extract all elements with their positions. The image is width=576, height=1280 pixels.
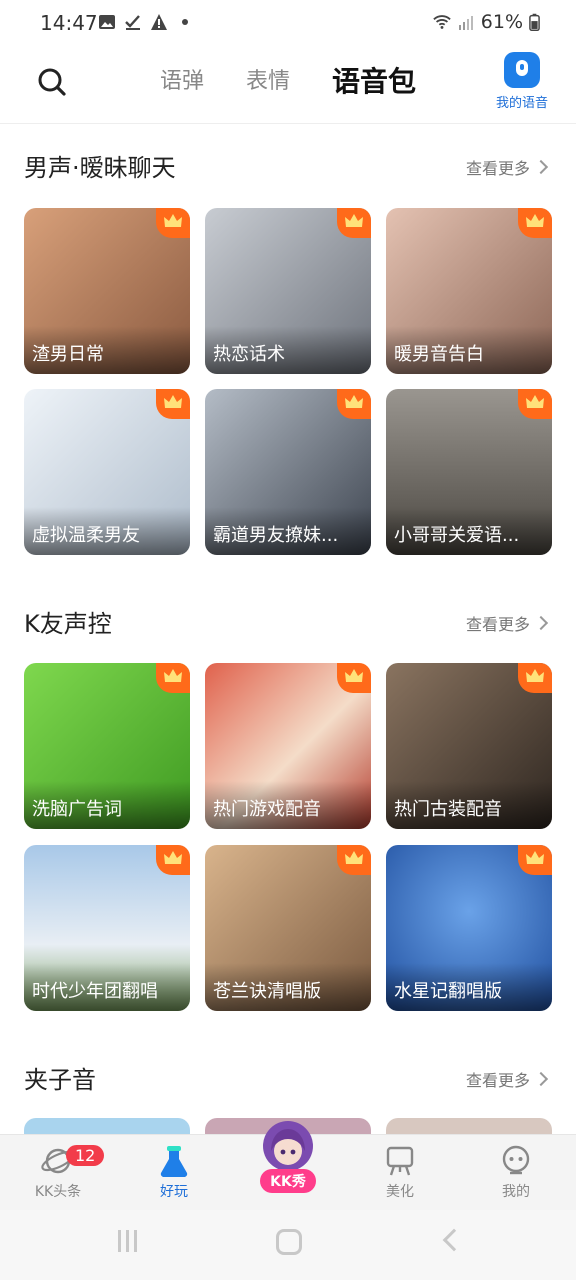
- status-bar: 14:47 61%: [0, 0, 576, 46]
- my-voice-label: 我的语音: [495, 96, 548, 111]
- voice-pack-card[interactable]: 热门游戏配音: [205, 663, 371, 829]
- tab-voice-pack-label: 语音包: [332, 65, 417, 98]
- card-title: 霸道男友撩妹...: [213, 525, 339, 546]
- card-title: 苍兰诀清唱版: [213, 981, 321, 1002]
- card-title: 时代少年团翻唱: [32, 981, 158, 1002]
- status-time: 14:47: [40, 11, 98, 35]
- voice-pack-card[interactable]: 热恋话术: [205, 208, 371, 374]
- profile-face-icon: [498, 1143, 534, 1179]
- card-title: 洗脑广告词: [32, 799, 122, 820]
- crown-icon: [156, 845, 190, 875]
- crown-icon: [156, 208, 190, 238]
- crown-icon: [337, 845, 371, 875]
- check-icon: [125, 15, 140, 30]
- my-voice-button[interactable]: 我的语音: [490, 52, 554, 111]
- nav-label: KK头条: [34, 1184, 82, 1200]
- voice-pack-card[interactable]: 渣男日常: [24, 208, 190, 374]
- card-title: 水星记翻唱版: [394, 981, 502, 1002]
- crown-icon: [337, 663, 371, 693]
- recent-apps-button[interactable]: [118, 1230, 142, 1254]
- section-more-clip-voice[interactable]: 查看更多: [465, 1067, 549, 1091]
- battery-icon: [529, 13, 540, 31]
- nav-label: 美化: [386, 1184, 414, 1200]
- crown-icon: [518, 663, 552, 693]
- nav-fun[interactable]: 好玩: [124, 1139, 224, 1201]
- home-button[interactable]: [276, 1229, 302, 1255]
- image-icon: [99, 15, 115, 29]
- card-title: 小哥哥关爱语...: [394, 525, 520, 546]
- top-header: 语弹 表情 语音包 我的语音: [0, 46, 576, 124]
- section-more-male-voice[interactable]: 查看更多: [465, 155, 549, 179]
- microphone-icon: [504, 52, 540, 88]
- flask-icon: [156, 1143, 192, 1179]
- nav-beautify[interactable]: 美化: [350, 1139, 450, 1201]
- crown-icon: [156, 389, 190, 419]
- chevron-right-icon: [533, 615, 549, 631]
- card-title: 热门古装配音: [394, 799, 502, 820]
- crown-icon: [156, 663, 190, 693]
- tab-bar: 语弹 表情 语音包: [160, 64, 458, 100]
- voice-pack-card[interactable]: 水星记翻唱版: [386, 845, 552, 1011]
- notification-badge: 12: [66, 1145, 105, 1166]
- tab-emoji[interactable]: 表情: [246, 64, 290, 100]
- card-image: [386, 1118, 552, 1134]
- chevron-right-icon: [533, 159, 549, 175]
- kk-avatar-icon: [263, 1121, 313, 1171]
- tab-voice-pack[interactable]: 语音包: [332, 64, 416, 100]
- section-title-male-voice: 男声·暧昧聊天: [24, 154, 176, 182]
- search-icon[interactable]: [34, 64, 70, 100]
- more-label: 查看更多: [465, 615, 530, 634]
- crown-icon: [518, 845, 552, 875]
- bottom-nav: 12 KK头条 好玩 KK秀 美化 我的: [0, 1121, 576, 1210]
- voice-pack-card-partial[interactable]: [386, 1118, 552, 1134]
- nav-label: 好玩: [160, 1184, 188, 1200]
- easel-icon: [382, 1143, 418, 1179]
- more-label: 查看更多: [465, 1071, 530, 1090]
- section-title-k-voice: K友声控: [24, 610, 112, 638]
- voice-pack-card[interactable]: 苍兰诀清唱版: [205, 845, 371, 1011]
- section-more-k-voice[interactable]: 查看更多: [465, 611, 549, 635]
- card-title: 热恋话术: [213, 344, 285, 365]
- nav-kk-show[interactable]: KK秀: [238, 1121, 338, 1193]
- card-title: 暖男音告白: [394, 344, 484, 365]
- signal-icon: [458, 16, 473, 30]
- voice-pack-card[interactable]: 小哥哥关爱语...: [386, 389, 552, 555]
- card-title: 虚拟温柔男友: [32, 525, 140, 546]
- voice-pack-card[interactable]: 霸道男友撩妹...: [205, 389, 371, 555]
- voice-pack-card[interactable]: 热门古装配音: [386, 663, 552, 829]
- wifi-icon: [433, 15, 451, 29]
- battery-percent: 61%: [480, 11, 523, 33]
- chevron-right-icon: [533, 1071, 549, 1087]
- warning-icon: [151, 14, 167, 30]
- nav-mine[interactable]: 我的: [466, 1139, 566, 1201]
- nav-label: 我的: [502, 1184, 530, 1200]
- nav-label: KK秀: [260, 1169, 316, 1193]
- voice-pack-card[interactable]: 虚拟温柔男友: [24, 389, 190, 555]
- card-title: 渣男日常: [32, 344, 104, 365]
- dot-icon: [182, 19, 188, 25]
- crown-icon: [518, 208, 552, 238]
- back-button[interactable]: [442, 1228, 466, 1252]
- tab-yudan[interactable]: 语弹: [160, 64, 204, 100]
- system-nav-bar: [0, 1210, 576, 1280]
- crown-icon: [337, 208, 371, 238]
- voice-pack-card[interactable]: 洗脑广告词: [24, 663, 190, 829]
- crown-icon: [337, 389, 371, 419]
- crown-icon: [518, 389, 552, 419]
- section-title-clip-voice: 夹子音: [24, 1066, 96, 1094]
- nav-kk-headlines[interactable]: 12 KK头条: [8, 1139, 108, 1201]
- voice-pack-card-partial[interactable]: [24, 1118, 190, 1134]
- card-title: 热门游戏配音: [213, 799, 321, 820]
- more-label: 查看更多: [465, 159, 530, 178]
- voice-pack-card[interactable]: 时代少年团翻唱: [24, 845, 190, 1011]
- card-image: [24, 1118, 190, 1134]
- voice-pack-card[interactable]: 暖男音告白: [386, 208, 552, 374]
